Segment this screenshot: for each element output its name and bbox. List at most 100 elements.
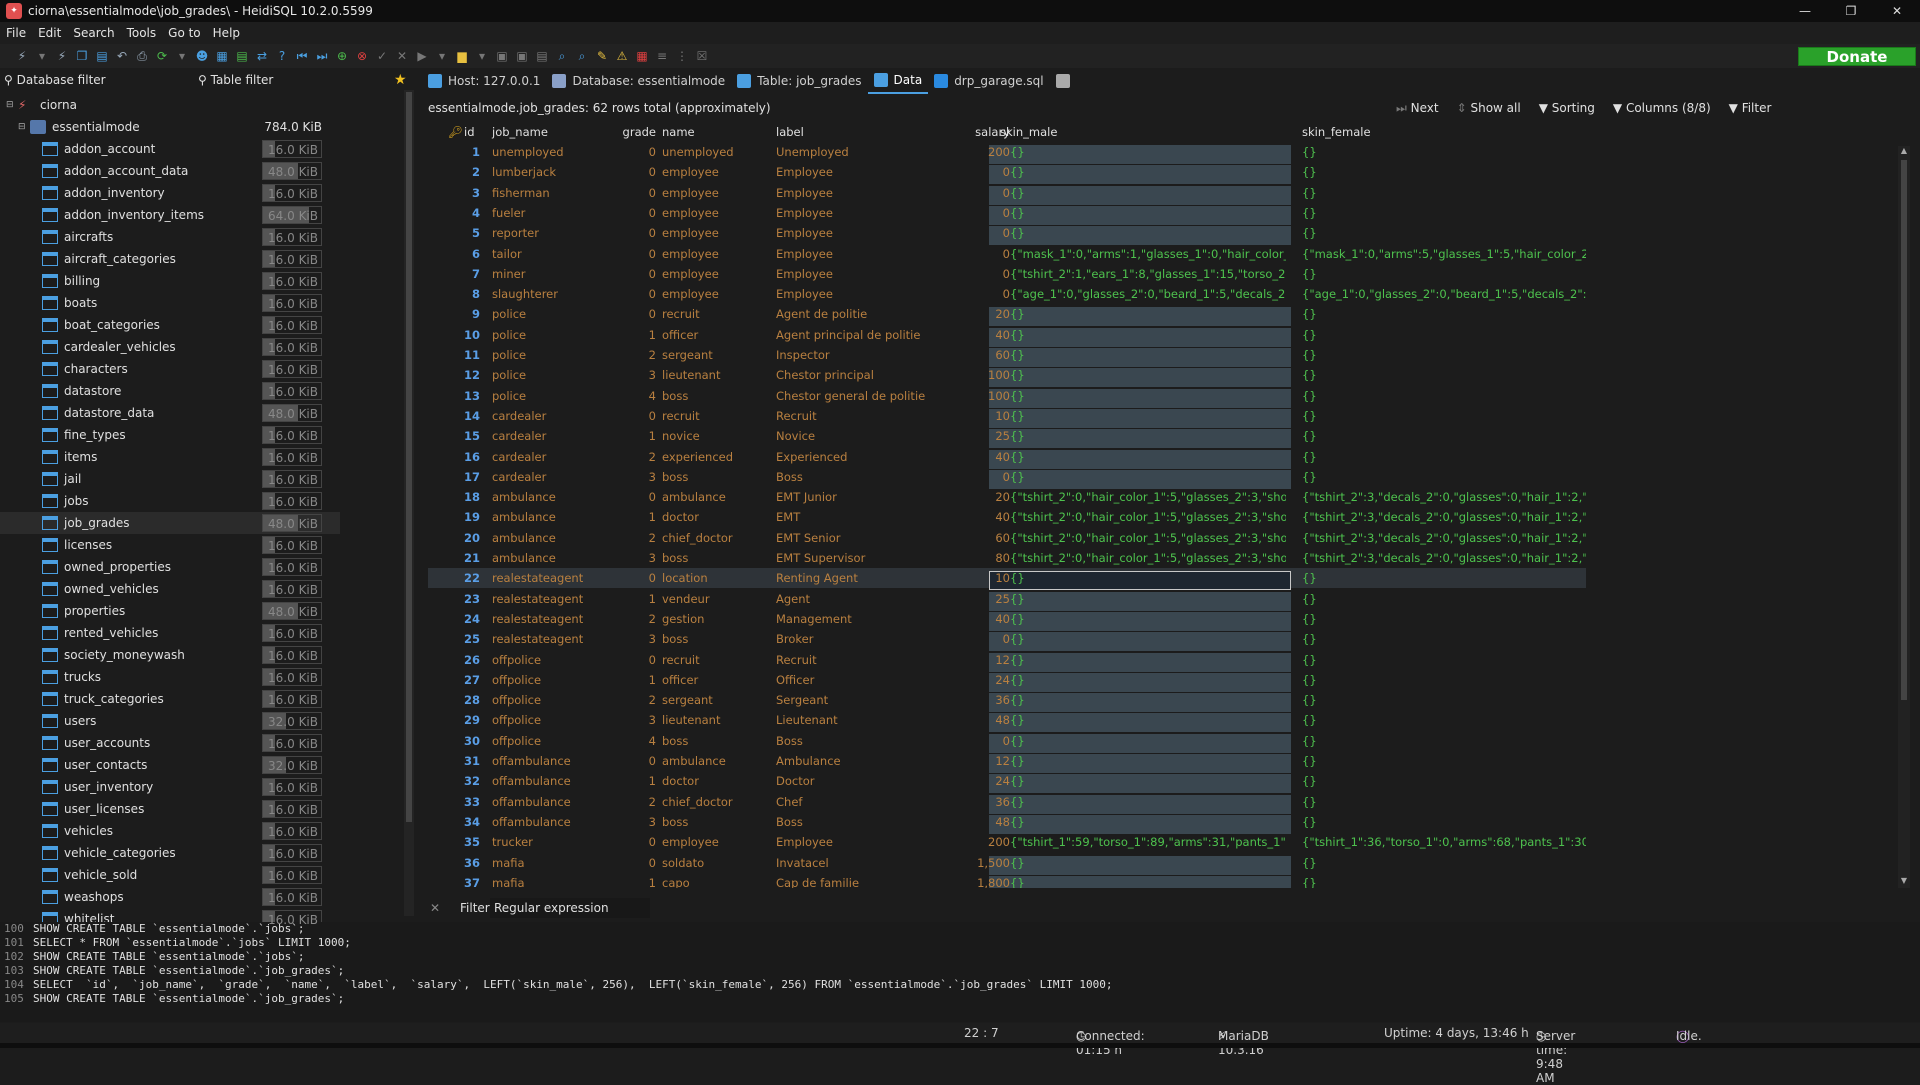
cell-grade[interactable]: 1 — [608, 673, 656, 687]
cell-skin_male[interactable]: {} — [996, 186, 1286, 200]
cell-label[interactable]: Employee — [776, 206, 926, 220]
cell-job_name[interactable]: miner — [492, 267, 612, 281]
cell-name[interactable]: doctor — [662, 774, 772, 788]
dropdown-arrow-icon[interactable]: ▾ — [34, 48, 50, 64]
cell-label[interactable]: Agent de politie — [776, 307, 926, 321]
cell-id[interactable]: 4 — [428, 206, 480, 220]
cell-grade[interactable]: 4 — [608, 389, 656, 403]
cell-name[interactable]: employee — [662, 165, 772, 179]
cell-name[interactable]: recruit — [662, 307, 772, 321]
table-row[interactable]: 36 mafia 0 soldato Invatacel 1,500{}{} — [428, 853, 1586, 875]
cell-job_name[interactable]: realestateagent — [492, 612, 612, 626]
cell-job_name[interactable]: offpolice — [492, 673, 612, 687]
dropdown-arrow-icon-3[interactable]: ▾ — [434, 48, 450, 64]
grid-scrollbar-thumb[interactable] — [1901, 160, 1907, 700]
run-line-icon[interactable]: ▤ — [534, 48, 550, 64]
post-icon[interactable]: ✓ — [374, 48, 390, 64]
cell-id[interactable]: 33 — [428, 795, 480, 809]
warning-icon[interactable]: ⚠ — [614, 48, 630, 64]
cell-skin_female[interactable]: {} — [1298, 267, 1586, 281]
table-node[interactable]: owned_vehicles 16.0 KiB — [0, 578, 340, 600]
cell-label[interactable]: Broker — [776, 632, 926, 646]
cell-job_name[interactable]: offambulance — [492, 774, 612, 788]
menu-goto[interactable]: Go to — [162, 26, 207, 40]
table-row[interactable]: 13 police 4 boss Chestor general de politie 1… — [428, 386, 1586, 408]
table-node[interactable]: boats 16.0 KiB — [0, 292, 340, 314]
cell-id[interactable]: 9 — [428, 307, 480, 321]
cell-label[interactable]: Employee — [776, 226, 926, 240]
cell-skin_male[interactable]: {} — [996, 429, 1286, 443]
table-node[interactable]: trucks 16.0 KiB — [0, 666, 340, 688]
user-manager-icon[interactable]: ☻ — [194, 48, 210, 64]
cell-skin_female[interactable]: {"age_1":0,"glasses_2":0,"beard_1":5,"de… — [1298, 287, 1586, 301]
columns-button[interactable]: ▼ Columns (8/8) — [1613, 101, 1711, 115]
cell-grade[interactable]: 0 — [608, 287, 656, 301]
cell-grade[interactable]: 0 — [608, 409, 656, 423]
cell-skin_male[interactable]: {} — [996, 389, 1286, 403]
print-icon[interactable]: ⎙ — [134, 48, 150, 64]
cell-name[interactable]: employee — [662, 206, 772, 220]
cell-skin_male[interactable]: {} — [996, 673, 1286, 687]
cell-job_name[interactable]: ambulance — [492, 551, 612, 565]
cell-skin_female[interactable]: {} — [1298, 328, 1586, 342]
tab-table[interactable]: Table: job_grades — [731, 68, 867, 94]
scroll-down-icon[interactable]: ▼ — [1898, 876, 1910, 888]
cell-id[interactable]: 17 — [428, 470, 480, 484]
cell-job_name[interactable]: cardealer — [492, 409, 612, 423]
cell-label[interactable]: Officer — [776, 673, 926, 687]
table-row[interactable]: 5 reporter 0 employee Employee 0{}{} — [428, 223, 1586, 246]
sql-log[interactable]: 100 SHOW CREATE TABLE `essentialmode`.`jo… — [0, 922, 1920, 1022]
table-node[interactable]: fine_types 16.0 KiB — [0, 424, 340, 446]
cell-id[interactable]: 32 — [428, 774, 480, 788]
cell-name[interactable]: lieutenant — [662, 713, 772, 727]
cell-skin_female[interactable]: {} — [1298, 693, 1586, 707]
cell-job_name[interactable]: offambulance — [492, 815, 612, 829]
cell-skin_female[interactable]: {} — [1298, 754, 1586, 768]
cell-id[interactable]: 30 — [428, 734, 480, 748]
cell-name[interactable]: employee — [662, 287, 772, 301]
cell-name[interactable]: unemployed — [662, 145, 772, 159]
table-node[interactable]: addon_account 16.0 KiB — [0, 138, 340, 160]
cell-skin_female[interactable]: {} — [1298, 409, 1586, 423]
cell-id[interactable]: 5 — [428, 226, 480, 240]
cell-skin_male[interactable]: {} — [996, 693, 1286, 707]
first-record-icon[interactable]: ⏮ — [294, 48, 310, 64]
table-node[interactable]: addon_inventory 16.0 KiB — [0, 182, 340, 204]
table-node[interactable]: vehicle_sold 16.0 KiB — [0, 864, 340, 886]
cell-name[interactable]: sergeant — [662, 693, 772, 707]
cell-skin_male[interactable]: {} — [996, 348, 1286, 362]
cell-grade[interactable]: 0 — [608, 571, 656, 585]
close-button[interactable]: ✕ — [1874, 0, 1920, 22]
table-row[interactable]: 8 slaughterer 0 employee Employee 0 {"age_1":0… — [428, 284, 1586, 304]
table-node[interactable]: boat_categories 16.0 KiB — [0, 314, 340, 336]
cell-job_name[interactable]: ambulance — [492, 531, 612, 545]
table-node[interactable]: user_inventory 16.0 KiB — [0, 776, 340, 798]
cell-skin_male[interactable]: {} — [996, 470, 1286, 484]
cell-skin_male[interactable]: {} — [996, 165, 1286, 179]
grid-scrollbar[interactable]: ▲ ▼ — [1898, 146, 1910, 888]
cell-skin_female[interactable]: {} — [1298, 774, 1586, 788]
cell-skin_female[interactable]: {} — [1298, 145, 1586, 159]
cell-grade[interactable]: 1 — [608, 876, 656, 888]
copy-icon[interactable]: ❐ — [74, 48, 90, 64]
table-row[interactable]: 15 cardealer 1 novice Novice 25{}{} — [428, 426, 1586, 449]
cell-skin_female[interactable]: {} — [1298, 815, 1586, 829]
cell-job_name[interactable]: tailor — [492, 247, 612, 261]
connect-icon[interactable]: ⚡ — [14, 48, 30, 64]
cell-label[interactable]: Employee — [776, 287, 926, 301]
menu-file[interactable]: File — [0, 26, 32, 40]
binary-icon[interactable]: ▦ — [634, 48, 650, 64]
cell-grade[interactable]: 1 — [608, 774, 656, 788]
table-node[interactable]: addon_account_data 48.0 KiB — [0, 160, 340, 182]
cell-name[interactable]: chief_doctor — [662, 795, 772, 809]
cell-skin_female[interactable]: {"tshirt_2":3,"decals_2":0,"glasses":0,"… — [1298, 490, 1586, 504]
sync-icon[interactable]: ⇄ — [254, 48, 270, 64]
table-row[interactable]: 14 cardealer 0 recruit Recruit 10{}{} — [428, 406, 1586, 428]
table-node[interactable]: jobs 16.0 KiB — [0, 490, 340, 512]
cell-id[interactable]: 10 — [428, 328, 480, 342]
cell-skin_female[interactable]: {} — [1298, 450, 1586, 464]
scrollbar-thumb[interactable] — [406, 92, 412, 822]
cell-grade[interactable]: 3 — [608, 632, 656, 646]
cell-grade[interactable]: 2 — [608, 612, 656, 626]
cell-skin_male[interactable]: {"tshirt_2":0,"hair_color_1":5,"glasses_… — [996, 551, 1286, 565]
